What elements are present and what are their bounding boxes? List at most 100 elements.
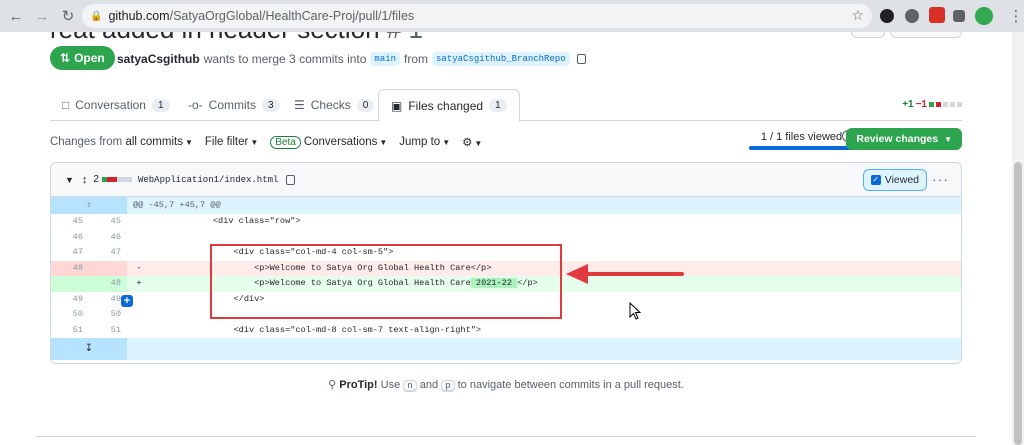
chevron-down-icon[interactable]: ▼ (65, 175, 74, 185)
new-line-number[interactable]: 47 (89, 245, 127, 261)
menu-icon[interactable]: ⋮ (1006, 6, 1024, 26)
file-header: ▼ ↕ 2 WebApplication1/index.html ✓ Viewed… (51, 163, 961, 197)
diff-sign (127, 323, 151, 339)
diff-sign (127, 307, 151, 323)
address-bar[interactable]: 🔒 github.com/SatyaOrgGlobal/HealthCare-P… (82, 4, 872, 28)
hunk-header: ↥ @@ -45,7 +45,7 @@ (51, 197, 961, 214)
diff-line: 45 45 <div class="row"> (51, 214, 961, 230)
expand-down-icon[interactable]: ↧ (51, 338, 127, 360)
footer-divider (36, 436, 976, 437)
copy-icon[interactable] (576, 54, 586, 64)
extension-icon[interactable] (880, 9, 894, 23)
old-line-number[interactable]: 47 (51, 245, 89, 261)
diff-sign (127, 214, 151, 230)
url-host: github.com (108, 9, 170, 23)
changes-count: 2 (93, 174, 99, 185)
new-line-number[interactable]: 51 (89, 323, 127, 339)
puzzle-icon[interactable] (953, 10, 965, 22)
check-icon: ✓ (870, 175, 881, 185)
review-changes-button[interactable]: Review changes ▼ (846, 128, 962, 150)
reload-icon[interactable]: ↻ (58, 6, 78, 26)
expand-down-row: ↧ (51, 338, 961, 360)
conversations-dropdown[interactable]: Beta Conversations ▼ (270, 136, 387, 149)
files-viewed-count: 1 / 1 files viewed (760, 131, 843, 143)
old-line-number[interactable]: 51 (51, 323, 89, 339)
forward-icon[interactable]: → (32, 6, 52, 26)
key-n: n (403, 380, 417, 392)
url-path: /SatyaOrgGlobal/HealthCare-Proj/pull/1/f… (169, 9, 415, 23)
new-line-number[interactable]: 48 (89, 276, 127, 292)
diffstat: +1 −1 (902, 99, 962, 110)
commit-icon: -o- (188, 98, 203, 112)
old-line-number[interactable]: 46 (51, 230, 89, 246)
head-branch[interactable]: satyaCsgithub_BranchRepo (432, 52, 570, 66)
diff-sign (127, 245, 151, 261)
gear-icon[interactable]: ⚙ ▼ (462, 135, 482, 149)
copy-path-icon[interactable] (286, 174, 296, 185)
back-icon[interactable]: ← (6, 6, 26, 26)
base-branch[interactable]: main (370, 52, 401, 66)
old-line-number[interactable]: 45 (51, 214, 89, 230)
bookmark-star-icon[interactable]: ☆ (851, 7, 864, 24)
new-line-number[interactable]: 50 (89, 307, 127, 323)
pr-meta: satyaCsgithub wants to merge 3 commits i… (117, 52, 586, 66)
kebab-menu-icon[interactable]: ··· (932, 171, 949, 187)
tab-conversation[interactable]: □ Conversation 1 (62, 89, 170, 121)
file-diff-icon: ▣ (391, 98, 403, 113)
tab-commits[interactable]: -o- Commits 3 (188, 89, 280, 121)
comment-icon: □ (62, 98, 70, 112)
pr-files-page: reat added in header section # 1 ⇅ Open … (0, 32, 1012, 445)
protip: ⚲ ProTip! Use n and p to navigate betwee… (328, 379, 684, 392)
add-comment-button[interactable]: + (121, 295, 133, 307)
status-badge: ⇅ Open (50, 46, 115, 70)
diff-sign (127, 230, 151, 246)
code-text: <div class="row"> (151, 216, 301, 226)
lightbulb-icon: ⚲ (328, 379, 337, 391)
old-line-number[interactable]: 48 (51, 260, 89, 276)
profile-avatar[interactable] (975, 7, 993, 25)
extension-icon[interactable] (929, 7, 945, 23)
old-line-number[interactable]: 49 (51, 292, 89, 308)
tab-files-changed[interactable]: ▣ Files changed 1 (378, 89, 520, 122)
new-line-number[interactable]: 46 (89, 230, 127, 246)
author-link[interactable]: satyaCsgithub (117, 52, 200, 66)
extension-icon[interactable] (905, 9, 919, 23)
key-p: p (441, 380, 455, 392)
file-name[interactable]: WebApplication1/index.html (138, 175, 278, 185)
viewed-checkbox[interactable]: ✓ Viewed (862, 169, 927, 191)
expand-up-icon[interactable]: ↥ (51, 197, 127, 214)
diff-sign: - (136, 262, 142, 273)
checklist-icon: ☰ (294, 98, 305, 112)
diff-line: 46 46 (51, 230, 961, 246)
beta-badge: Beta (270, 136, 301, 149)
new-line-number[interactable] (89, 260, 127, 276)
browser-toolbar: ← → ↻ 🔒 github.com/SatyaOrgGlobal/Health… (0, 0, 1024, 32)
old-line-number[interactable]: 50 (51, 307, 89, 323)
pull-request-icon: ⇅ (60, 51, 71, 65)
pr-tabs: □ Conversation 1 -o- Commits 3 ☰ Checks 0 ▣… (50, 89, 962, 122)
code-text: <div class="col-md-8 col-sm-7 text-align… (151, 324, 482, 335)
changes-from-dropdown[interactable]: Changes from all commits ▼ (50, 136, 193, 148)
jump-to-dropdown[interactable]: Jump to ▼ (399, 136, 450, 148)
new-line-number[interactable]: 45 (89, 214, 127, 230)
expand-all-icon[interactable]: ↕ (82, 174, 88, 186)
tab-checks[interactable]: ☰ Checks 0 (294, 89, 375, 121)
files-toolbar: Changes from all commits ▼ File filter ▼ B… (50, 128, 962, 154)
diff-blocks (101, 174, 132, 185)
lock-icon: 🔒 (90, 10, 103, 22)
edit-button[interactable] (851, 32, 885, 38)
scrollbar[interactable] (1012, 32, 1024, 445)
old-line-number[interactable] (51, 276, 89, 292)
mouse-cursor-icon (629, 302, 641, 320)
scrollbar-thumb[interactable] (1014, 162, 1022, 445)
code-line: <div class="col-md-8 col-sm-7 text-align… (151, 323, 961, 339)
page-title: reat added in header section # 1 (50, 32, 423, 45)
code-button[interactable] (890, 32, 962, 38)
annotation-box (210, 244, 562, 319)
files-viewed-progress (749, 146, 854, 150)
diff-sign: + (136, 278, 142, 288)
code-line: <div class="row"> (151, 214, 961, 230)
diff-line: 51 51 <div class="col-md-8 col-sm-7 text-… (51, 323, 961, 339)
file-filter-dropdown[interactable]: File filter ▼ (205, 136, 258, 148)
